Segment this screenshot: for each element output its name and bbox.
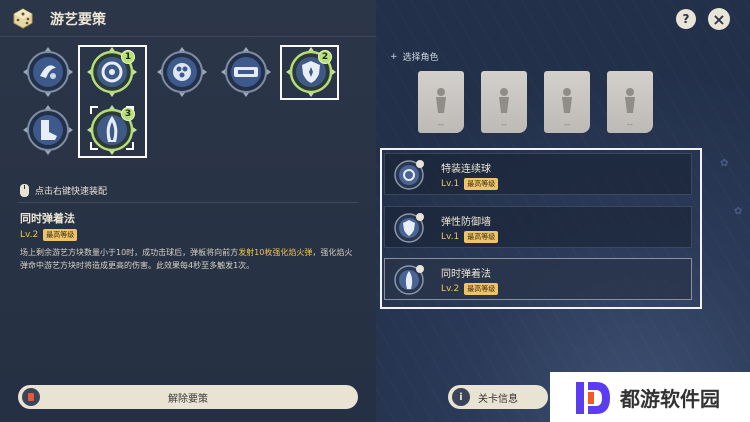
equipped-list-frame <box>380 148 702 309</box>
flower-decoration-icon: ✿ <box>720 158 729 169</box>
slot-placeholder: -- <box>501 120 507 129</box>
character-silhouette-icon <box>499 88 509 113</box>
unequip-button[interactable]: 解除要策 <box>18 385 358 409</box>
character-silhouette-icon <box>562 88 572 113</box>
skill-description: 场上剩余游艺方块数量小于10时，成功击球后，弹板将向前方发射10枚强化焰火弹，强… <box>20 246 360 272</box>
close-button[interactable]: × <box>708 8 730 30</box>
strategy-panel: 游艺要策 1 2 3 点击右键快速装配 同时弹着法 Lv.2 最高等级 场上剩余… <box>0 0 376 422</box>
slot-badge-2: 2 <box>318 50 332 64</box>
strategy-medal-3[interactable] <box>156 46 208 98</box>
strategy-medal-6[interactable] <box>22 104 74 156</box>
strategy-medal-4[interactable] <box>220 46 272 98</box>
dice-icon <box>13 8 33 29</box>
game-screen: 游艺要策 1 2 3 点击右键快速装配 同时弹着法 Lv.2 最高等级 场上剩余… <box>0 0 750 422</box>
desc-highlight: 发射10枚强化焰火弹 <box>238 248 313 257</box>
strategy-medal-1[interactable] <box>22 46 74 98</box>
slot-placeholder: -- <box>438 120 444 129</box>
character-silhouette-icon <box>436 88 446 113</box>
select-role-text: 选择角色 <box>402 53 439 63</box>
character-slot[interactable]: -- <box>607 71 653 133</box>
character-slot[interactable]: -- <box>418 71 464 133</box>
skill-level: Lv.2 <box>20 230 39 240</box>
character-silhouette-icon <box>625 88 635 113</box>
unequip-label: 解除要策 <box>168 393 208 405</box>
skill-name: 同时弹着法 <box>20 212 75 225</box>
page-title: 游艺要策 <box>50 12 106 28</box>
slot-placeholder: -- <box>564 120 570 129</box>
site-logo-icon <box>576 382 610 414</box>
max-level-tag: 最高等级 <box>43 229 78 241</box>
plus-icon: + <box>390 51 398 62</box>
stage-info-label: 关卡信息 <box>478 393 518 405</box>
watermark: 都游软件园 <box>550 372 750 422</box>
mouse-icon <box>20 184 29 197</box>
select-role-label: + 选择角色 <box>390 50 439 64</box>
stage-info-button[interactable]: i 关卡信息 <box>448 385 548 409</box>
slot-placeholder: -- <box>627 120 633 129</box>
skill-level-row: Lv.2 最高等级 <box>20 229 78 241</box>
watermark-text: 都游软件园 <box>620 387 720 411</box>
hint-text: 点击右键快速装配 <box>35 187 108 197</box>
character-slot[interactable]: -- <box>544 71 590 133</box>
desc-text-1: 场上剩余游艺方块数量小于10时，成功击球后，弹板将向前方 <box>20 248 239 257</box>
right-click-hint: 点击右键快速装配 <box>20 184 107 197</box>
title-divider <box>0 36 376 37</box>
slot-badge-3: 3 <box>121 107 135 121</box>
slot-badge-1: 1 <box>121 50 135 64</box>
help-button[interactable]: ? <box>676 9 696 29</box>
flower-decoration-icon-2: ✿ <box>734 206 743 217</box>
character-slot[interactable]: -- <box>481 71 527 133</box>
section-divider <box>18 202 358 203</box>
info-icon: i <box>452 388 470 406</box>
unequip-icon <box>22 388 40 406</box>
